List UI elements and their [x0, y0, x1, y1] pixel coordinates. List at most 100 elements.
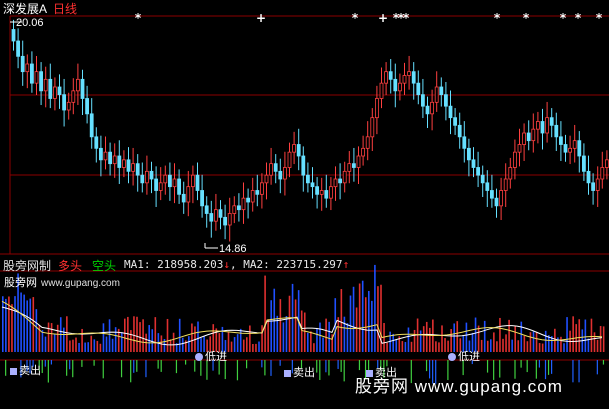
indicator-bar — [133, 316, 135, 352]
star-marker: * — [494, 11, 501, 25]
indicator-bar — [584, 319, 587, 352]
candle-body — [190, 174, 195, 188]
indicator-down-bar — [145, 360, 147, 378]
candle-body — [457, 124, 462, 138]
candle-body — [94, 136, 99, 149]
candle-body — [11, 29, 16, 42]
candle-body — [43, 78, 48, 92]
candle-body — [536, 121, 540, 130]
candle-body — [48, 78, 53, 99]
indicator-bar — [349, 295, 352, 352]
candle-body — [582, 155, 586, 172]
indicator-bar — [81, 328, 83, 352]
indicator-down-bar — [81, 360, 83, 367]
indicator-down-bar — [69, 360, 71, 370]
candle-body — [236, 205, 241, 211]
indicator-down-bar — [185, 360, 187, 365]
indicator-bar — [242, 339, 245, 352]
indicator-down-bar — [133, 360, 135, 373]
candle-body — [89, 113, 94, 138]
indicator-down-bar — [486, 360, 489, 373]
candle-body — [600, 167, 605, 180]
indicator-bar — [270, 300, 272, 352]
indicator-down-bar — [425, 360, 428, 372]
candle-body — [200, 190, 205, 207]
candle-body — [476, 167, 481, 176]
signal-sell-out-1: 卖出 — [10, 362, 41, 378]
star-marker: * — [135, 11, 142, 25]
candle-body — [301, 155, 306, 176]
indicator-bar — [181, 337, 184, 352]
watermark-url: www.gupang.com — [41, 278, 120, 289]
indicator-bar — [483, 320, 486, 352]
candle-body — [255, 190, 260, 195]
indicator-bar — [444, 338, 446, 352]
indicator-down-bar — [72, 360, 74, 378]
candle-body — [195, 174, 200, 191]
stock-chart[interactable]: * + * + *** * * * * * 20.06 14.86 — [0, 0, 609, 409]
buy-signal-icon — [448, 353, 456, 362]
candle-body — [112, 155, 117, 165]
cross-marker: + — [256, 11, 266, 25]
indicator-bar — [374, 264, 376, 352]
indicator-bar — [425, 321, 428, 352]
candle-body — [186, 186, 191, 203]
candle-body — [126, 159, 131, 172]
indicator-down-bar — [578, 360, 580, 383]
indicator-bar — [41, 330, 44, 352]
indicator-down-bar — [236, 360, 239, 381]
candle-body — [466, 147, 471, 161]
indicator-down-bar — [538, 360, 540, 368]
indicator-bar — [392, 333, 394, 352]
indicator-bar — [20, 292, 22, 352]
chart-grid — [0, 15, 609, 361]
indicator-down-bar — [246, 360, 248, 369]
candle-body — [209, 213, 214, 222]
indicator-bar — [53, 333, 56, 352]
sell-signal-icon — [10, 367, 17, 375]
candle-body — [559, 136, 563, 145]
indicator-bar — [313, 343, 315, 352]
candle-body — [264, 174, 269, 184]
indicator-bar — [358, 283, 361, 352]
indicator-bar — [602, 326, 605, 352]
candle-body — [595, 178, 600, 191]
signal-sell-2: 卖出 — [284, 364, 315, 380]
indicator-down-bar — [66, 360, 68, 376]
signal-low-buy-1: 低进 — [195, 348, 227, 364]
indicator-bar — [236, 334, 239, 352]
indicator-down-bar — [337, 360, 339, 369]
candle-body — [540, 121, 545, 134]
candle-body — [443, 94, 448, 107]
indicator-bar — [279, 299, 282, 352]
candle-body — [471, 159, 476, 168]
ma1-value: MA1: 218958.203 — [124, 258, 224, 271]
indicator-bar — [11, 304, 13, 352]
indicator-bar — [377, 286, 379, 352]
indicator-bar — [56, 324, 59, 352]
candle-body — [204, 205, 209, 214]
indicator-bar — [395, 339, 398, 352]
indicator-bar — [264, 275, 266, 352]
candle-body — [416, 82, 421, 96]
indicator-bar — [413, 329, 416, 352]
indicator-bar — [154, 317, 157, 352]
indicator-bar — [596, 339, 599, 352]
candle-body — [462, 136, 467, 149]
indicator-bar — [535, 332, 538, 352]
indicator-bar — [328, 321, 330, 352]
indicator-bar — [258, 341, 260, 352]
indicator-bar — [124, 318, 126, 352]
indicator-bar — [50, 323, 53, 352]
indicator-bar — [578, 319, 581, 352]
candle-body — [397, 82, 402, 92]
indicator-bar — [114, 327, 117, 352]
candle-body — [85, 98, 89, 115]
indicator-bar — [102, 323, 105, 352]
indicator-bar — [310, 331, 312, 352]
indicator-bar — [14, 296, 16, 352]
indicator-down-bar — [41, 360, 43, 374]
indicator-bar — [496, 341, 498, 352]
indicator-down-bar — [602, 360, 605, 365]
candle-body — [117, 155, 122, 168]
